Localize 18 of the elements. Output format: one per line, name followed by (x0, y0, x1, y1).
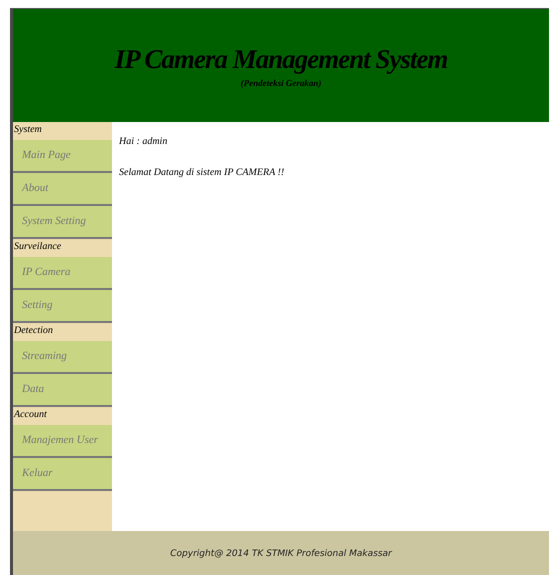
sidebar-link[interactable]: About (13, 173, 112, 206)
sidebar-link[interactable]: Main Page (13, 140, 112, 173)
greeting-text: Hai : admin (119, 136, 168, 147)
sidebar-link[interactable]: Streaming (13, 341, 112, 374)
sidebar-section-title: System (13, 123, 43, 137)
sidebar-link[interactable]: Data (13, 374, 112, 407)
sidebar-link[interactable]: System Setting (13, 206, 112, 239)
sidebar-section-title: Surveilance (13, 240, 62, 254)
sidebar-link[interactable]: IP Camera (13, 257, 112, 290)
sidebar-link[interactable]: Manajemen User (13, 425, 112, 458)
copyright-text: Copyright@ 2014 TK STMIK Profesional Makassar (170, 548, 392, 558)
sidebar-section-title: Detection (13, 324, 54, 338)
site-subtitle: (Pendeteksi Gerakan) (240, 78, 322, 88)
site-title: IP Camera Management System (114, 44, 448, 74)
sidebar-link[interactable]: Setting (13, 290, 112, 323)
welcome-text: Selamat Datang di sistem IP CAMERA !! (119, 167, 286, 178)
sidebar-section-title: Account (13, 408, 48, 422)
sidebar-link[interactable]: Keluar (13, 458, 112, 491)
